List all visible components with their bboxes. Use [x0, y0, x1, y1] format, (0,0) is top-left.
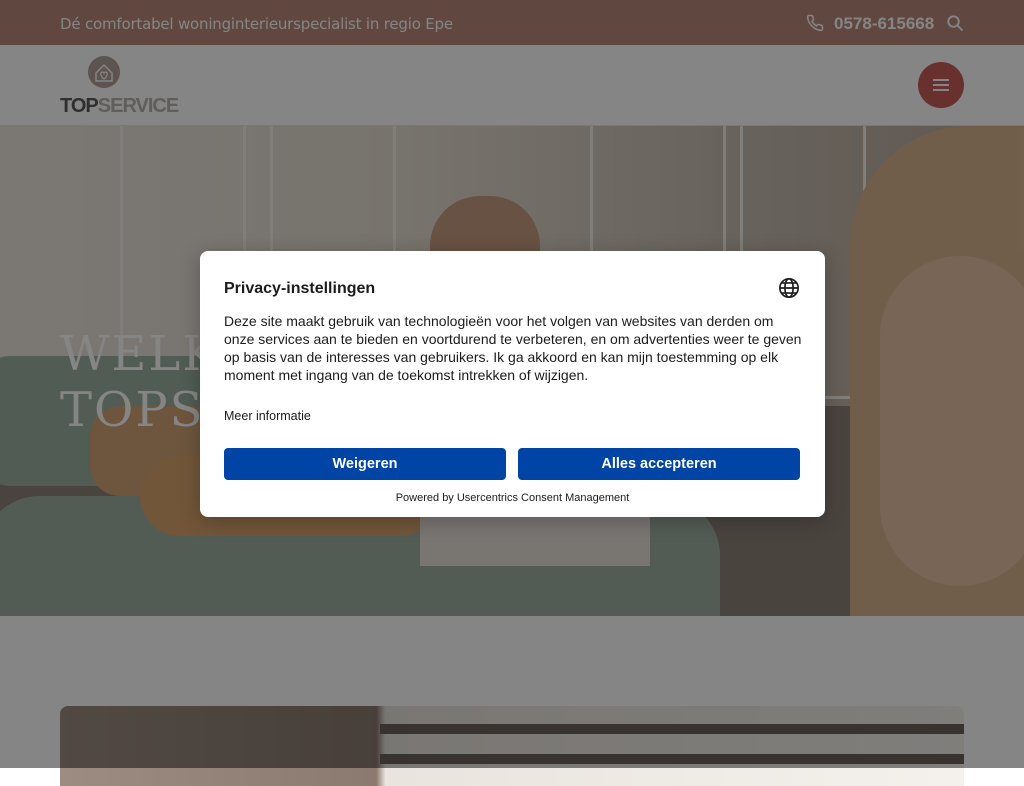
privacy-consent-dialog: Privacy-instellingen Deze site maakt geb… — [200, 251, 825, 517]
deny-button[interactable]: Weigeren — [224, 448, 506, 480]
accept-all-button[interactable]: Alles accepteren — [518, 448, 800, 480]
globe-icon[interactable] — [778, 277, 800, 299]
powered-by-text: Powered by Usercentrics Consent Manageme… — [395, 492, 630, 504]
more-info-link[interactable]: Meer informatie — [224, 409, 311, 423]
dialog-description: Deze site maakt gebruik van technologieë… — [224, 313, 802, 383]
dialog-title: Privacy-instellingen — [224, 280, 376, 297]
